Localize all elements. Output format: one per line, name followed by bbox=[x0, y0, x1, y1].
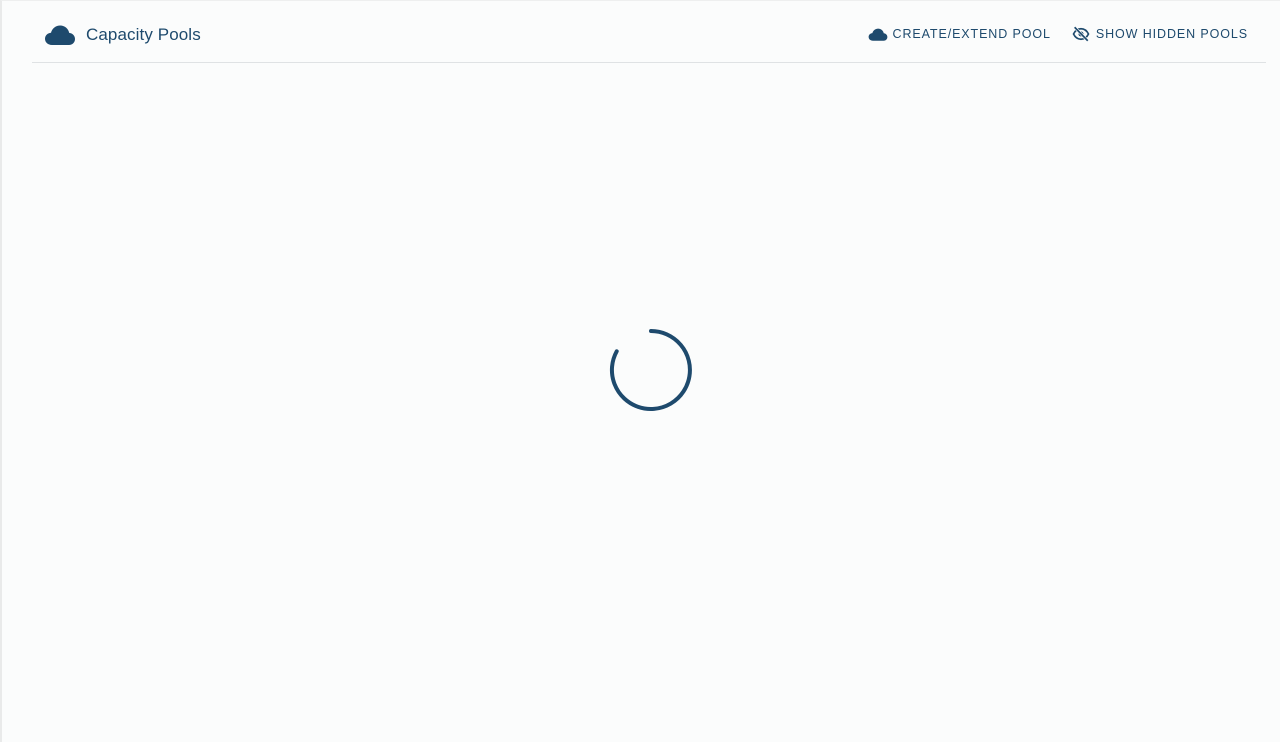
loading-spinner-icon bbox=[608, 327, 694, 413]
header-actions: CREATE/EXTEND POOL SHOW HIDDEN POOLS bbox=[848, 25, 1248, 43]
create-extend-pool-label: CREATE/EXTEND POOL bbox=[892, 27, 1051, 41]
page-title: Capacity Pools bbox=[86, 25, 201, 44]
page-header: Capacity Pools CREATE/EXTEND POOL SHOW H… bbox=[32, 1, 1266, 63]
cloud-icon bbox=[868, 27, 893, 42]
show-hidden-pools-button[interactable]: SHOW HIDDEN POOLS bbox=[1071, 25, 1248, 43]
show-hidden-pools-label: SHOW HIDDEN POOLS bbox=[1095, 27, 1248, 41]
app-container: Capacity Pools CREATE/EXTEND POOL SHOW H… bbox=[0, 0, 1280, 742]
cloud-icon bbox=[44, 23, 76, 47]
title-group: Capacity Pools bbox=[44, 22, 201, 48]
create-extend-pool-button[interactable]: CREATE/EXTEND POOL bbox=[868, 27, 1051, 42]
eye-off-icon bbox=[1071, 25, 1096, 43]
